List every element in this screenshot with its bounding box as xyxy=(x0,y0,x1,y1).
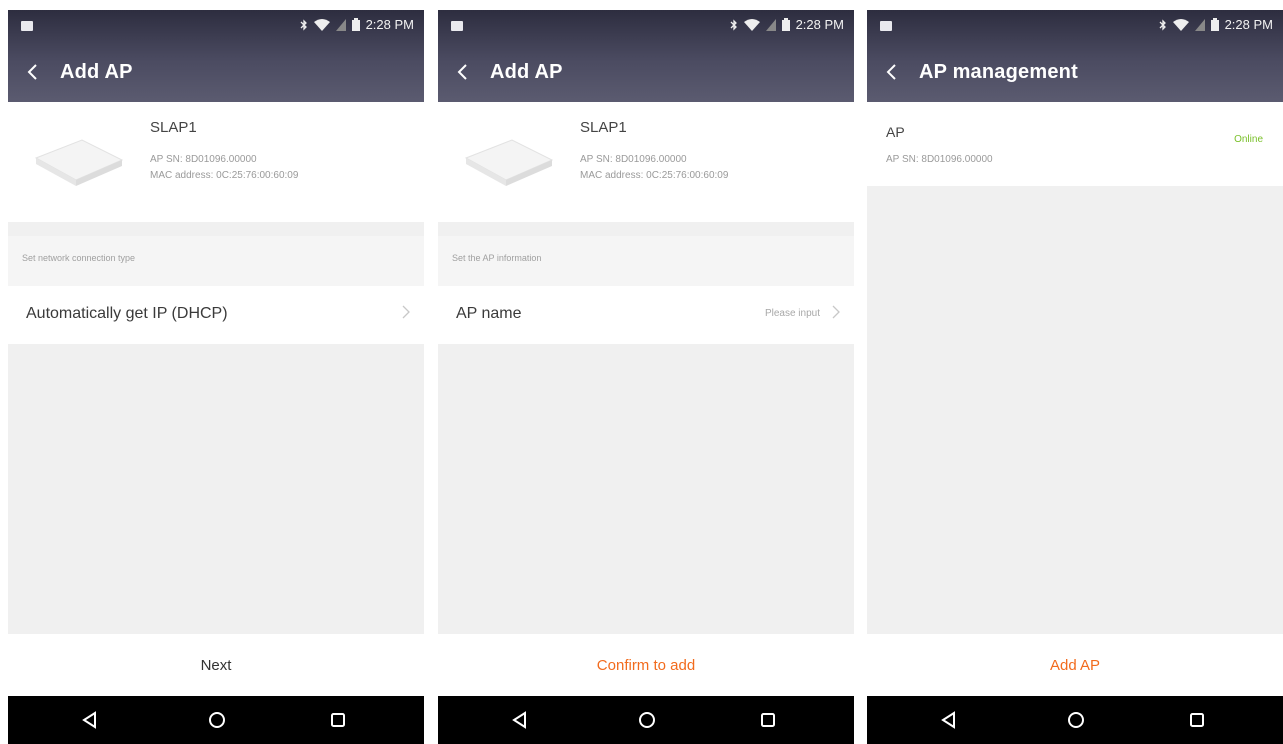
app-bar: 2:28 PM Add AP xyxy=(8,10,424,102)
status-icons: 2:28 PM xyxy=(730,17,844,32)
toolbar: Add AP xyxy=(8,54,424,90)
status-icons: 2:28 PM xyxy=(1159,17,1273,32)
device-name: SLAP1 xyxy=(150,119,197,136)
image-notification-icon xyxy=(21,21,33,31)
status-bar: 2:28 PM xyxy=(8,10,424,44)
phone-screen-ap-management: 2:28 PM AP management AP AP SN: 8D01096.… xyxy=(867,10,1283,744)
access-point-device-image xyxy=(464,139,554,186)
status-time: 2:28 PM xyxy=(365,17,414,32)
signal-icon xyxy=(765,18,776,31)
image-notification-icon xyxy=(880,21,892,31)
access-point-device-image xyxy=(34,139,124,186)
nav-home-icon[interactable] xyxy=(1064,708,1088,732)
device-sn: AP SN: 8D01096.00000 xyxy=(150,154,257,165)
signal-icon xyxy=(335,18,346,31)
app-bar: 2:28 PM Add AP xyxy=(438,10,854,102)
row-label: Automatically get IP (DHCP) xyxy=(26,305,228,322)
phone-screen-add-ap-info: 2:28 PM Add AP SLAP1 AP SN: 8D01096.0000… xyxy=(438,10,854,744)
nav-back-icon[interactable] xyxy=(78,708,102,732)
ap-status-badge: Online xyxy=(1234,134,1263,145)
ap-name: AP xyxy=(886,124,905,140)
bluetooth-icon xyxy=(730,18,737,31)
device-card: SLAP1 AP SN: 8D01096.00000 MAC address: … xyxy=(8,102,424,222)
confirm-to-add-button[interactable]: Confirm to add xyxy=(438,634,854,696)
page-title: Add AP xyxy=(490,60,563,83)
device-mac-address: MAC address: 0C:25:76:00:60:09 xyxy=(580,170,729,181)
back-arrow-icon[interactable] xyxy=(885,63,919,81)
status-time: 2:28 PM xyxy=(795,17,844,32)
connection-type-row[interactable]: Automatically get IP (DHCP) xyxy=(8,286,424,344)
status-icons: 2:28 PM xyxy=(300,17,414,32)
toolbar: Add AP xyxy=(438,54,854,90)
phone-screen-add-ap-network: 2:28 PM Add AP SLAP1 AP SN: 8D01096.0000… xyxy=(8,10,424,744)
device-card: SLAP1 AP SN: 8D01096.00000 MAC address: … xyxy=(438,102,854,222)
wifi-icon xyxy=(1172,18,1189,31)
battery-icon xyxy=(1210,18,1219,31)
signal-icon xyxy=(1194,18,1205,31)
page-title: AP management xyxy=(919,60,1078,83)
device-name: SLAP1 xyxy=(580,119,627,136)
ap-name-placeholder: Please input xyxy=(764,308,820,319)
nav-recents-icon[interactable] xyxy=(756,708,780,732)
wifi-icon xyxy=(313,18,330,31)
section-label: Set the AP information xyxy=(452,253,542,263)
wifi-icon xyxy=(743,18,760,31)
nav-home-icon[interactable] xyxy=(635,708,659,732)
nav-home-icon[interactable] xyxy=(205,708,229,732)
bluetooth-icon xyxy=(300,18,307,31)
nav-recents-icon[interactable] xyxy=(1185,708,1209,732)
system-nav-bar xyxy=(438,696,854,744)
nav-back-icon[interactable] xyxy=(508,708,532,732)
row-label: AP name xyxy=(456,305,522,322)
nav-back-icon[interactable] xyxy=(937,708,961,732)
bluetooth-icon xyxy=(1159,18,1166,31)
system-nav-bar xyxy=(867,696,1283,744)
add-ap-button[interactable]: Add AP xyxy=(867,634,1283,696)
ap-name-row[interactable]: AP name Please input xyxy=(438,286,854,344)
next-button[interactable]: Next xyxy=(8,634,424,696)
device-sn: AP SN: 8D01096.00000 xyxy=(580,154,687,165)
chevron-right-icon xyxy=(832,305,840,319)
section-label: Set network connection type xyxy=(22,253,136,263)
toolbar: AP management xyxy=(867,54,1283,90)
battery-icon xyxy=(781,18,790,31)
back-arrow-icon[interactable] xyxy=(456,63,490,81)
page-title: Add AP xyxy=(60,60,133,83)
back-arrow-icon[interactable] xyxy=(26,63,60,81)
app-bar: 2:28 PM AP management xyxy=(867,10,1283,102)
ap-list-item[interactable]: AP AP SN: 8D01096.00000 Online xyxy=(867,102,1283,186)
system-nav-bar xyxy=(8,696,424,744)
ap-sn: AP SN: 8D01096.00000 xyxy=(886,154,993,165)
nav-recents-icon[interactable] xyxy=(326,708,350,732)
device-mac-address: MAC address: 0C:25:76:00:60:09 xyxy=(150,170,299,181)
status-bar: 2:28 PM xyxy=(867,10,1283,44)
chevron-right-icon xyxy=(402,305,410,319)
status-time: 2:28 PM xyxy=(1224,17,1273,32)
battery-icon xyxy=(351,18,360,31)
image-notification-icon xyxy=(451,21,463,31)
status-bar: 2:28 PM xyxy=(438,10,854,44)
